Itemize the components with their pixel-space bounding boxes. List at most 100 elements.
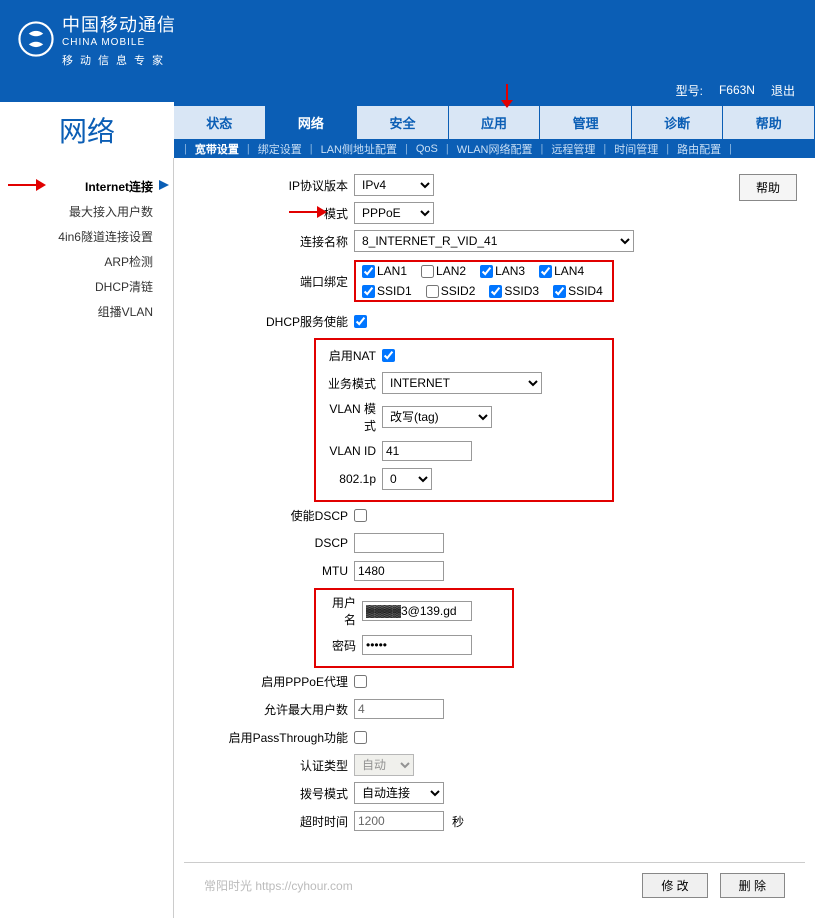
tab-0[interactable]: 状态 [174, 106, 266, 139]
subtab-0[interactable]: 宽带设置 [191, 141, 243, 157]
lan-port-checkbox-3[interactable] [480, 265, 493, 278]
ssid-port-3[interactable]: SSID3 [489, 284, 539, 298]
ssid-ports-group: SSID1 SSID2 SSID3 SSID4 [362, 284, 606, 298]
ssid-port-checkbox-1[interactable] [362, 285, 375, 298]
subtab-1[interactable]: 绑定设置 [254, 141, 306, 157]
lan-port-4[interactable]: LAN4 [539, 264, 584, 278]
service-mode-select[interactable]: INTERNET [382, 372, 542, 394]
top-header: 中国移动通信 CHINA MOBILE 移动信息专家 [0, 0, 815, 78]
ssid-port-label-3: SSID3 [504, 284, 539, 298]
dial-mode-select[interactable]: 自动连接 [354, 782, 444, 804]
delete-button[interactable]: 删 除 [720, 873, 785, 898]
lan-port-1[interactable]: LAN1 [362, 264, 407, 278]
subtab-7[interactable]: 路由配置 [673, 141, 725, 157]
auth-type-select: 自动 [354, 754, 414, 776]
dial-mode-label: 拨号模式 [184, 785, 354, 802]
lan-port-label-4: LAN4 [554, 264, 584, 278]
sidebar-item-0[interactable]: Internet连接 [0, 174, 173, 199]
ssid-port-label-4: SSID4 [568, 284, 603, 298]
username-label: 用户名 [322, 594, 362, 628]
footer: 常阳时光 https://cyhour.com 修 改 删 除 [184, 862, 805, 908]
watermark: 常阳时光 https://cyhour.com [204, 877, 353, 894]
password-input[interactable] [362, 635, 472, 655]
ssid-port-checkbox-3[interactable] [489, 285, 502, 298]
pppoe-proxy-label: 启用PPPoE代理 [184, 673, 354, 690]
subtab-4[interactable]: WLAN网络配置 [453, 141, 537, 157]
help-button[interactable]: 帮助 [739, 174, 797, 201]
page-title-area: 网络 [0, 102, 174, 158]
tab-4[interactable]: 管理 [540, 106, 632, 139]
vlan-mode-select[interactable]: 改写(tag) [382, 406, 492, 428]
nat-checkbox[interactable] [382, 349, 395, 362]
subtab-6[interactable]: 时间管理 [610, 141, 662, 157]
sidebar-item-4[interactable]: DHCP清链 [0, 274, 173, 299]
lan-port-3[interactable]: LAN3 [480, 264, 525, 278]
china-mobile-logo-icon [18, 21, 54, 57]
auth-type-label: 认证类型 [184, 757, 354, 774]
nav-row: 网络 状态网络安全应用管理诊断帮助 | 宽带设置 | 绑定设置 | LAN侧地址… [0, 102, 815, 158]
dhcp-enable-label: DHCP服务使能 [184, 313, 354, 330]
lan-port-label-3: LAN3 [495, 264, 525, 278]
ssid-port-4[interactable]: SSID4 [553, 284, 603, 298]
mode-select[interactable]: PPPoE [354, 202, 434, 224]
conn-name-label: 连接名称 [184, 233, 354, 250]
dhcp-enable-checkbox[interactable] [354, 315, 367, 328]
lan-ports-group: LAN1 LAN2 LAN3 LAN4 [362, 264, 606, 278]
subtab-2[interactable]: LAN侧地址配置 [317, 141, 401, 157]
vlan-id-input[interactable] [382, 441, 472, 461]
ip-version-label: IP协议版本 [184, 177, 354, 194]
ssid-port-checkbox-4[interactable] [553, 285, 566, 298]
sidebar: Internet连接最大接入用户数4in6隧道连接设置ARP检测DHCP清链组播… [0, 158, 174, 918]
ssid-port-1[interactable]: SSID1 [362, 284, 412, 298]
tab-3[interactable]: 应用 [449, 106, 541, 139]
ssid-port-2[interactable]: SSID2 [426, 284, 476, 298]
subtab-5[interactable]: 远程管理 [547, 141, 599, 157]
active-indicator-icon [157, 178, 171, 192]
ssid-port-label-1: SSID1 [377, 284, 412, 298]
vlan-id-label: VLAN ID [322, 444, 382, 458]
sidebar-item-2[interactable]: 4in6隧道连接设置 [0, 224, 173, 249]
dscp-enable-checkbox[interactable] [354, 509, 367, 522]
brand-logo: 中国移动通信 CHINA MOBILE 移动信息专家 [18, 11, 176, 68]
username-input[interactable] [362, 601, 472, 621]
model-label: 型号: [676, 82, 703, 99]
model-value: F663N [719, 83, 755, 97]
logout-link[interactable]: 退出 [771, 82, 795, 99]
dot1p-select[interactable]: 0 [382, 468, 432, 490]
lan-port-2[interactable]: LAN2 [421, 264, 466, 278]
ssid-port-checkbox-2[interactable] [426, 285, 439, 298]
lan-port-checkbox-1[interactable] [362, 265, 375, 278]
lan-port-label-2: LAN2 [436, 264, 466, 278]
dot1p-label: 802.1p [322, 472, 382, 486]
pppoe-proxy-checkbox[interactable] [354, 675, 367, 688]
password-label: 密码 [322, 637, 362, 654]
sidebar-item-1[interactable]: 最大接入用户数 [0, 199, 173, 224]
annotation-arrow-down-icon [497, 84, 517, 108]
ssid-port-label-2: SSID2 [441, 284, 476, 298]
brand-slogan: 移动信息专家 [62, 52, 176, 68]
annotation-arrow-right-icon [8, 178, 46, 192]
brand-name-en: CHINA MOBILE [62, 37, 176, 48]
annotation-arrow-right-icon [289, 204, 327, 220]
mtu-input[interactable] [354, 561, 444, 581]
tab-2[interactable]: 安全 [357, 106, 449, 139]
conn-name-select[interactable]: 8_INTERNET_R_VID_41 [354, 230, 634, 252]
lan-port-checkbox-2[interactable] [421, 265, 434, 278]
passthrough-label: 启用PassThrough功能 [184, 729, 354, 746]
dscp-label: DSCP [184, 536, 354, 550]
passthrough-checkbox[interactable] [354, 731, 367, 744]
port-bind-label: 端口绑定 [184, 273, 354, 290]
lan-port-checkbox-4[interactable] [539, 265, 552, 278]
max-users-label: 允许最大用户数 [184, 701, 354, 718]
tab-5[interactable]: 诊断 [632, 106, 724, 139]
sidebar-item-5[interactable]: 组播VLAN [0, 299, 173, 324]
lan-port-label-1: LAN1 [377, 264, 407, 278]
dscp-enable-label: 使能DSCP [184, 507, 354, 524]
subtab-3[interactable]: QoS [412, 143, 442, 155]
sidebar-item-3[interactable]: ARP检测 [0, 249, 173, 274]
brand-name-cn: 中国移动通信 [62, 11, 176, 37]
ip-version-select[interactable]: IPv4 [354, 174, 434, 196]
tab-1[interactable]: 网络 [266, 106, 358, 139]
modify-button[interactable]: 修 改 [642, 873, 707, 898]
tab-6[interactable]: 帮助 [723, 106, 815, 139]
